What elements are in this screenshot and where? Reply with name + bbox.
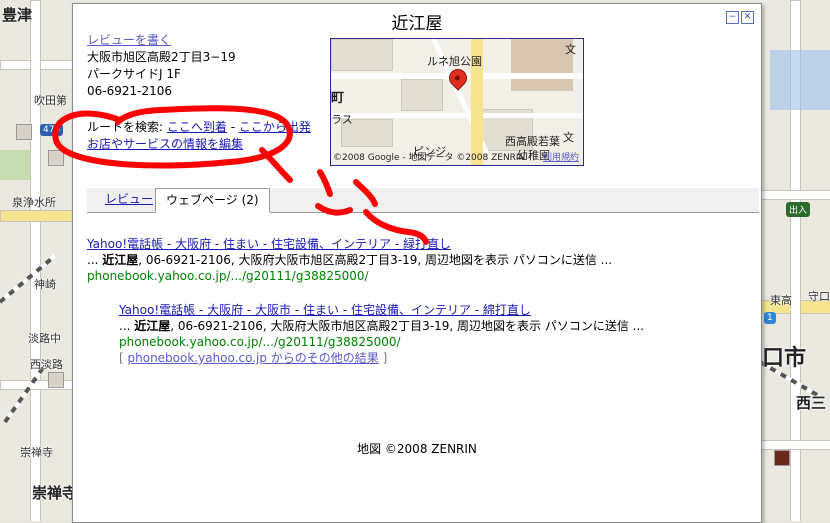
map-label-kuchishi: 口市 (762, 346, 807, 371)
result-snippet: ... 近江屋, 06-6921-2106, 大阪府大阪市旭区高殿2丁目3-19… (87, 253, 613, 267)
train-station-icon (774, 450, 790, 466)
map-label-kanzaki: 神崎 (34, 278, 56, 291)
route-block: ルートを検索: ここへ到着 - ここから出発 お店やサービスの情報を編集 (87, 119, 311, 153)
terms-link[interactable]: 利用規約 (543, 150, 579, 163)
map-label-nishiawaji: 西淡路 (30, 358, 63, 371)
result-snippet: ... 近江屋, 06-6921-2106, 大阪府大阪市旭区高殿2丁目3-19… (119, 319, 645, 333)
tab-reviews[interactable]: レビュー (95, 188, 163, 211)
map-label-nishisan: 西三 (796, 394, 827, 412)
map-label-moriguchi: 守口 (808, 290, 830, 303)
route-prefix: ルートを検索: (87, 120, 167, 134)
minimap-copyright: ©2008 Google - 地図データ ©2008 ZENRIN - (333, 153, 532, 163)
road-shield-icon: 1 (764, 312, 776, 324)
route-separator: - (226, 120, 239, 134)
minimize-icon[interactable]: − (726, 11, 739, 24)
exit-sign-icon: 出入 (786, 202, 811, 217)
close-icon[interactable]: ✕ (741, 11, 754, 24)
route-shield-icon: 479 (40, 124, 64, 136)
map-footer: 地図 ©2008 ZENRIN (357, 442, 477, 456)
address-block: レビューを書く 大阪市旭区高殿2丁目3−19 パークサイドJ 1F 06-692… (87, 32, 236, 100)
mini-map[interactable]: ルネ旭公園 文 町 ラス 西高殿若葉 幼稚園 文 ピンジ ©2008 Googl… (330, 38, 584, 166)
tab-webpages[interactable]: ウェブページ (2) (155, 188, 270, 213)
address-line: パークサイドJ 1F (87, 67, 181, 81)
minimap-label: 文 (565, 43, 576, 56)
map-label-toyotsu: 豊津 (2, 6, 33, 24)
building-icon (48, 150, 64, 166)
result-url: phonebook.yahoo.co.jp/.../g20111/g388250… (87, 269, 369, 283)
map-label-awaji: 淡路中 (28, 332, 61, 345)
edit-info-link[interactable]: お店やサービスの情報を編集 (87, 137, 243, 151)
minimap-label: 文 (563, 131, 574, 144)
route-from-here-link[interactable]: ここから出発 (239, 120, 311, 134)
map-label-sozenji-large: 崇禅寺 (32, 484, 78, 502)
tab-bar: レビュー ウェブページ (2) (87, 188, 759, 213)
more-results-link[interactable]: phonebook.yahoo.co.jp からのその他の結果 (128, 351, 379, 365)
place-title: 近江屋 (391, 14, 443, 34)
minimap-label: ルネ旭公園 (427, 55, 482, 68)
map-label-higashitaka: 東高 (770, 294, 792, 307)
building-icon (16, 124, 32, 140)
result-url: phonebook.yahoo.co.jp/.../g20111/g388250… (119, 335, 401, 349)
building-icon (48, 372, 64, 388)
map-label-josui: 泉浄水所 (12, 196, 56, 209)
result-title-link[interactable]: Yahoo!電話帳 - 大阪府 - 住まい - 住宅設備、インテリア - 緑打直… (87, 237, 451, 251)
info-window: 近江屋 − ✕ レビューを書く 大阪市旭区高殿2丁目3−19 パークサイドJ 1… (72, 3, 762, 523)
address-line: 大阪市旭区高殿2丁目3−19 (87, 50, 236, 64)
minimap-label: ラス (331, 113, 353, 126)
more-results: [ phonebook.yahoo.co.jp からのその他の結果 ] (119, 351, 388, 365)
map-label-sozenji: 崇禅寺 (20, 446, 53, 459)
route-to-here-link[interactable]: ここへ到着 (167, 120, 227, 134)
phone-number: 06-6921-2106 (87, 84, 173, 98)
map-label-suita: 吹田第 (34, 94, 67, 107)
search-result: Yahoo!電話帳 - 大阪府 - 大阪市 - 住まい - 住宅設備、インテリア… (119, 302, 644, 366)
minimap-label: 町 (331, 91, 345, 106)
search-result: Yahoo!電話帳 - 大阪府 - 住まい - 住宅設備、インテリア - 緑打直… (87, 236, 612, 284)
result-title-link[interactable]: Yahoo!電話帳 - 大阪府 - 大阪市 - 住まい - 住宅設備、インテリア… (119, 303, 531, 317)
write-review-link[interactable]: レビューを書く (87, 33, 171, 47)
